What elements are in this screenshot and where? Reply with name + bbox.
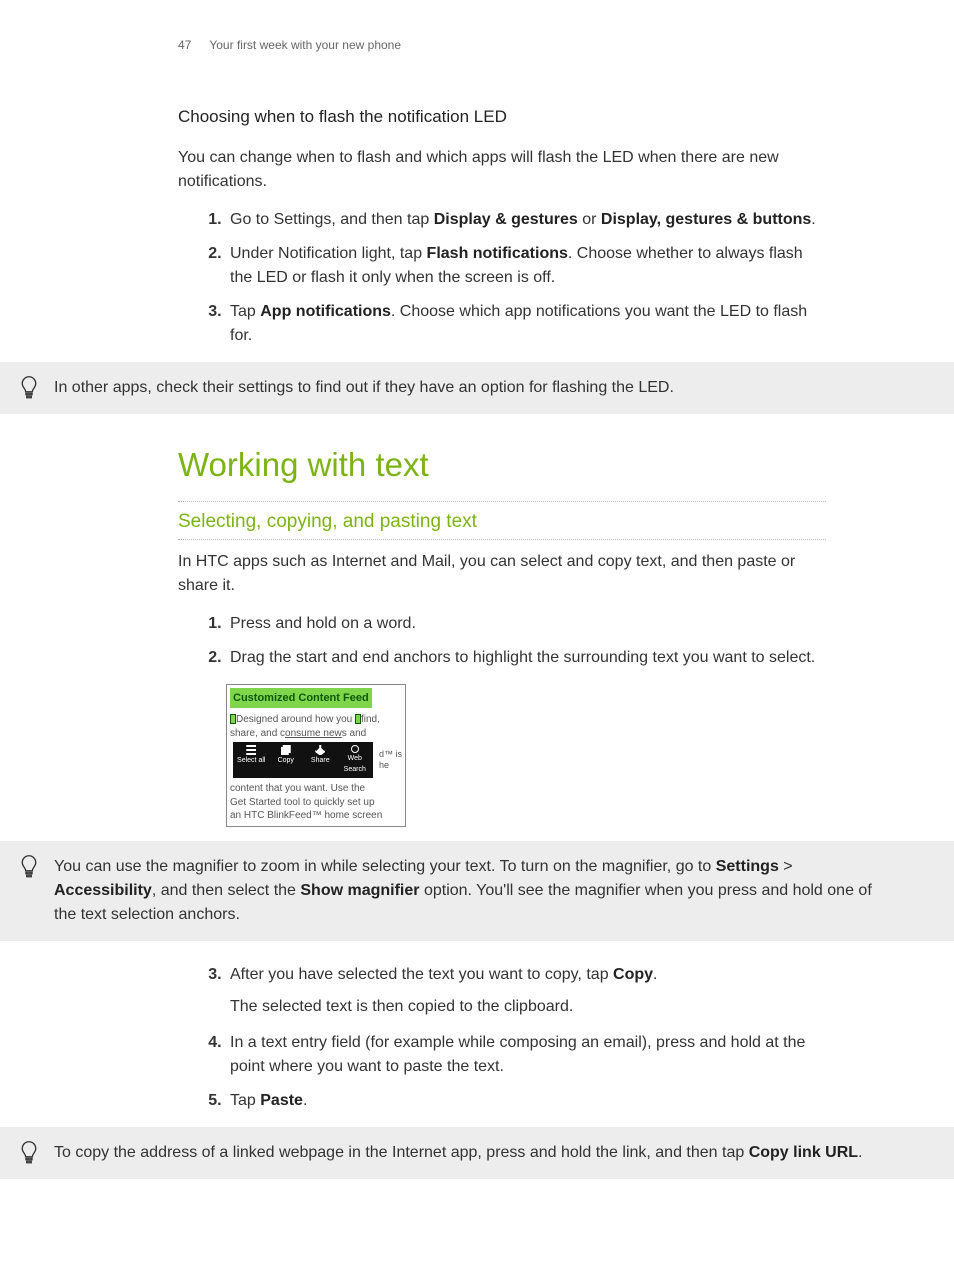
page-number: 47 — [178, 36, 191, 54]
context-toolbar: Select all Copy Share Web Search — [233, 742, 373, 778]
tip-copylink-text: To copy the address of a linked webpage … — [54, 1141, 863, 1165]
list-item: Tap Paste. — [226, 1089, 826, 1113]
select-all-icon — [246, 745, 256, 755]
toolbar-copy: Copy — [270, 745, 303, 775]
tip-copylink: To copy the address of a linked webpage … — [0, 1127, 954, 1179]
toolbar-selectall: Select all — [235, 745, 268, 775]
list-item: In a text entry field (for example while… — [226, 1031, 826, 1079]
divider — [178, 539, 826, 540]
chapter-title: Your first week with your new phone — [209, 36, 401, 54]
list-item: Tap App notifications. Choose which app … — [226, 300, 826, 348]
tip-magnifier-text: You can use the magnifier to zoom in whi… — [54, 855, 874, 927]
list-item: Press and hold on a word. — [226, 612, 826, 636]
list-item: Go to Settings, and then tap Display & g… — [226, 208, 826, 232]
tip-led-text: In other apps, check their settings to f… — [54, 376, 674, 400]
list-item: Under Notification light, tap Flash noti… — [226, 242, 826, 290]
led-heading: Choosing when to flash the notification … — [178, 104, 826, 130]
section-title: Working with text — [178, 440, 826, 490]
tip-magnifier: You can use the magnifier to zoom in whi… — [0, 841, 954, 941]
copy-icon — [281, 745, 291, 755]
toolbar-share: Share — [304, 745, 337, 775]
led-intro: You can change when to flash and which a… — [178, 146, 826, 194]
text-steps-a: Press and hold on a word. Drag the start… — [178, 612, 826, 670]
toolbar-websearch: Web Search — [339, 745, 372, 775]
section-subtitle: Selecting, copying, and pasting text — [178, 508, 826, 537]
text-intro: In HTC apps such as Internet and Mail, y… — [178, 550, 826, 598]
globe-icon — [351, 745, 359, 753]
led-steps: Go to Settings, and then tap Display & g… — [178, 208, 826, 348]
list-item: Drag the start and end anchors to highli… — [226, 646, 826, 670]
lightbulb-icon — [20, 376, 38, 400]
text-steps-b: After you have selected the text you wan… — [178, 963, 826, 1113]
lightbulb-icon — [20, 855, 38, 879]
divider — [178, 501, 826, 502]
share-icon — [315, 745, 325, 755]
page-header: 47 Your first week with your new phone — [48, 36, 906, 104]
tip-led: In other apps, check their settings to f… — [0, 362, 954, 414]
text-selection-screenshot: Customized Content Feed Designed around … — [226, 684, 406, 827]
lightbulb-icon — [20, 1141, 38, 1165]
list-item: After you have selected the text you wan… — [226, 963, 826, 1019]
